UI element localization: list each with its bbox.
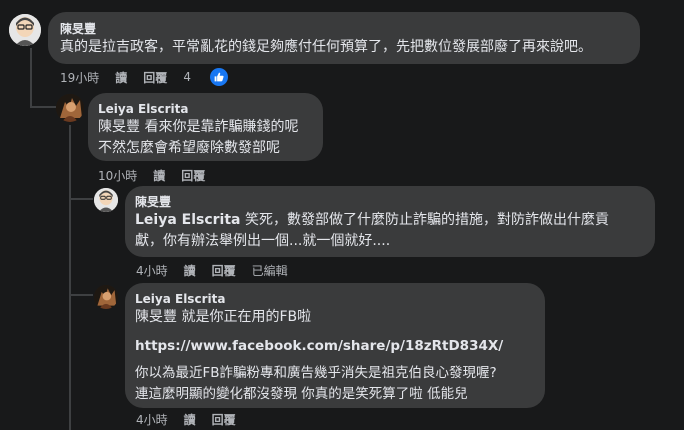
comment-text-line: 陳旻豐 就是你正在用的FB啦 <box>135 307 535 328</box>
comment-meta: 4小時 讀 回覆 <box>136 411 252 428</box>
comment-author[interactable]: 陳旻豐 <box>135 194 645 210</box>
comment-meta: 4小時 讀 回覆 已編輯 <box>136 262 304 279</box>
comment-author[interactable]: Leiya Elscrita <box>98 101 313 117</box>
reply-action[interactable]: 回覆 <box>212 262 236 279</box>
thread-line <box>69 125 71 430</box>
comment-meta: 19小時 讀 回覆 4 <box>60 68 244 86</box>
like-action[interactable]: 讀 <box>153 167 165 184</box>
avatar[interactable] <box>9 14 41 46</box>
comment-author[interactable]: 陳旻豐 <box>60 21 628 37</box>
reply-action[interactable]: 回覆 <box>181 167 205 184</box>
user-avatar-icon <box>94 188 118 212</box>
comment-time[interactable]: 4小時 <box>136 411 168 428</box>
thumbs-up-icon <box>209 68 228 86</box>
comment-bubble: Leiya Elscrita 陳旻豐 就是你正在用的FB啦 https://ww… <box>125 283 545 408</box>
mention-tag[interactable]: 陳旻豐 <box>135 309 177 325</box>
comment-bubble: 陳旻豐 Leiya Elscrita 笑死，數發部做了什麼防止詐騙的措施，對防詐… <box>125 186 655 257</box>
comment-text: 你以為最近FB詐騙粉專和廣告幾乎消失是祖克伯良心發現喔? <box>135 365 497 381</box>
edited-label: 已編輯 <box>251 264 288 278</box>
comment-time[interactable]: 4小時 <box>136 262 168 279</box>
reaction-count-number: 4 <box>183 70 191 84</box>
like-action[interactable]: 讀 <box>184 411 196 428</box>
thread-line <box>30 106 56 108</box>
avatar[interactable] <box>94 188 118 212</box>
like-action[interactable]: 讀 <box>184 262 196 279</box>
comment-text: 真的是拉吉政客，平常亂花的錢足夠應付任何預算了，先把數位發展部廢了再來說吧。 <box>60 39 592 55</box>
thread-line <box>69 294 93 296</box>
mention-tag[interactable]: Leiya Elscrita <box>135 212 241 228</box>
comment-meta: 10小時 讀 回覆 <box>98 167 221 184</box>
reply-action[interactable]: 回覆 <box>212 411 236 428</box>
comment-bubble: Leiya Elscrita 陳旻豐 看來你是靠詐騙賺錢的呢 不然怎麼會希望廢除… <box>88 93 323 161</box>
user-photo-icon <box>94 285 118 309</box>
user-avatar-icon <box>9 14 41 46</box>
shared-link[interactable]: https://www.facebook.com/share/p/18zRtD8… <box>135 336 535 357</box>
comment-text: 笑死，數發部做了什麼防止詐騙的措施，對防詐做出什麼貢 <box>244 212 609 228</box>
comment-text: 不然怎麼會希望廢除數發部呢 <box>98 140 280 156</box>
avatar[interactable] <box>94 285 118 309</box>
user-photo-icon <box>56 94 84 122</box>
comment-text: 獻，你有辦法舉例出一個...就一個就好.... <box>135 233 391 249</box>
comment-text: 連這麼明顯的變化都沒發現 你真的是笑死算了啦 低能兒 <box>135 386 468 402</box>
comment-bubble: 陳旻豐 真的是拉吉政客，平常亂花的錢足夠應付任何預算了，先把數位發展部廢了再來說… <box>48 12 640 64</box>
comment-text: 看來你是靠詐騙賺錢的呢 <box>144 119 299 135</box>
like-action[interactable]: 讀 <box>115 69 127 86</box>
comment-text-line: Leiya Elscrita 笑死，數發部做了什麼防止詐騙的措施，對防詐做出什麼… <box>135 210 645 231</box>
reply-action[interactable]: 回覆 <box>143 69 167 86</box>
comment-text: 就是你正在用的FB啦 <box>181 309 312 325</box>
avatar[interactable] <box>56 94 84 122</box>
thread-line <box>69 198 93 200</box>
reaction-count[interactable]: 4 <box>183 68 244 86</box>
comment-text-line: 陳旻豐 看來你是靠詐騙賺錢的呢 <box>98 117 313 138</box>
thread-line <box>30 48 32 108</box>
mention-tag[interactable]: 陳旻豐 <box>98 119 140 135</box>
comment-time[interactable]: 19小時 <box>60 69 99 86</box>
comment-time[interactable]: 10小時 <box>98 167 137 184</box>
comment-author[interactable]: Leiya Elscrita <box>135 291 535 307</box>
